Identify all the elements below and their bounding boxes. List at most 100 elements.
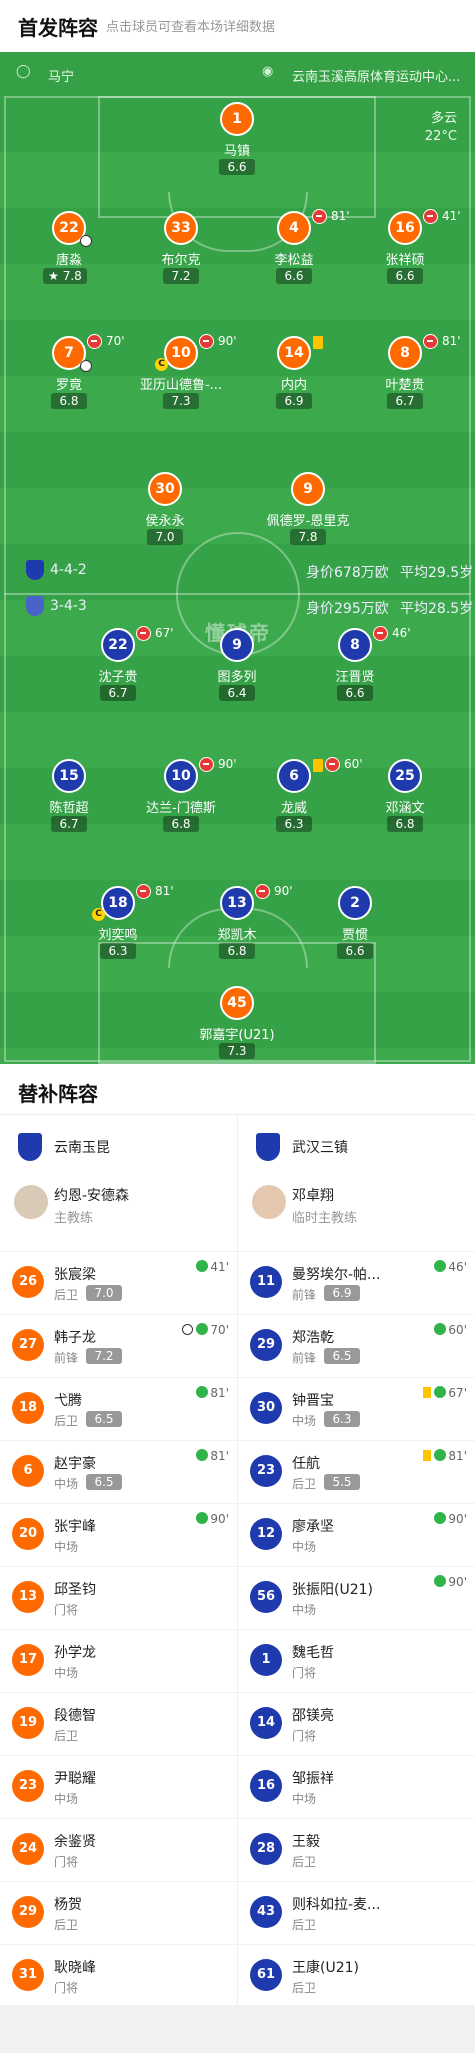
player-number: 43 bbox=[250, 1896, 282, 1928]
away-team-summary: 3-4-3 身价295万欧 平均28.5岁 bbox=[0, 588, 475, 624]
player-number: 1 bbox=[250, 1644, 282, 1676]
home-player-22[interactable]: 22 唐淼 ★ 7.8 bbox=[9, 211, 129, 291]
player-rating: 6.3 bbox=[324, 1411, 360, 1427]
bench-player-row[interactable]: 6 赵宇豪 中场 6.5 81' bbox=[0, 1440, 237, 1503]
away-player-15[interactable]: 15 陈哲超 6.7 bbox=[9, 759, 129, 839]
player-name: 钟晋宝 bbox=[292, 1393, 334, 1409]
sub-off-icon bbox=[136, 626, 151, 641]
temperature-text: 22°C bbox=[424, 129, 457, 144]
player-name: 廖承坚 bbox=[292, 1519, 334, 1535]
bench-player-row[interactable]: 56 张振阳(U21) 中场 90' bbox=[238, 1566, 475, 1629]
bench-player-row[interactable]: 12 廖承坚 中场 90' bbox=[238, 1503, 475, 1566]
player-number: 19 bbox=[12, 1707, 44, 1739]
away-player-22[interactable]: 22 67' 沈子贵 6.7 bbox=[58, 626, 178, 708]
away-player-10[interactable]: 10 90' 达兰-门德斯 6.8 bbox=[121, 757, 241, 839]
bench-player-row[interactable]: 13 邱圣钧 门将 bbox=[0, 1566, 237, 1629]
player-number: 20 bbox=[12, 1518, 44, 1550]
home-player-1[interactable]: 1 马镇 6.6 bbox=[177, 102, 297, 182]
player-number: 11 bbox=[250, 1266, 282, 1298]
home-player-7[interactable]: 7 70' 罗竟 6.8 bbox=[9, 334, 129, 416]
bench-player-row[interactable]: 26 张宸梁 后卫 7.0 41' bbox=[0, 1251, 237, 1314]
bench-player-row[interactable]: 43 则科如拉-麦... 后卫 bbox=[238, 1881, 475, 1944]
away-player-6[interactable]: 6 60' 龙威 6.3 bbox=[234, 757, 363, 839]
player-position: 门将 bbox=[292, 1729, 317, 1743]
bench-player-row[interactable]: 29 郑浩乾 前锋 6.5 60' bbox=[238, 1314, 475, 1377]
player-position: 中场 bbox=[54, 1792, 79, 1806]
player-name: 王毅 bbox=[292, 1834, 320, 1850]
sub-in-time: 46' bbox=[434, 1260, 467, 1274]
player-name: 赵宇豪 bbox=[54, 1456, 96, 1472]
whistle-icon: ◯ bbox=[16, 64, 31, 79]
player-position: 后卫 bbox=[54, 1729, 79, 1743]
weather-info: 多云 22°C bbox=[425, 110, 457, 146]
away-player-8[interactable]: 8 46' 汪晋贤 6.6 bbox=[295, 626, 415, 708]
home-team-name: 云南玉昆 bbox=[54, 1140, 110, 1156]
player-number: 18 bbox=[12, 1392, 44, 1424]
bench-player-row[interactable]: 30 钟晋宝 中场 6.3 67' bbox=[238, 1377, 475, 1440]
sub-on-icon bbox=[434, 1575, 447, 1587]
sub-off-icon bbox=[325, 757, 340, 772]
away-player-25[interactable]: 25 邓涵文 6.8 bbox=[345, 759, 465, 839]
bench-player-row[interactable]: 19 段德智 后卫 bbox=[0, 1692, 237, 1755]
pitch: 懂球帝 ◯ 马宁 ◉ 云南玉溪高原体育运动中心... 多云 22°C 1马镇6.… bbox=[0, 52, 475, 1064]
bench-player-row[interactable]: 1 魏毛哲 门将 bbox=[238, 1629, 475, 1692]
sub-off-icon bbox=[423, 334, 438, 349]
away-player-18[interactable]: 18 81' C 刘奕鸣 6.3 bbox=[58, 884, 178, 966]
home-player-4[interactable]: 4 81' 李松益 6.6 bbox=[234, 209, 354, 291]
lineup-page: 首发阵容 点击球员可查看本场详细数据 懂球帝 ◯ 马宁 ◉ 云南玉溪高原体育运动… bbox=[0, 0, 475, 2053]
player-number: 6 bbox=[12, 1455, 44, 1487]
sub-on-icon bbox=[196, 1386, 209, 1398]
home-coach[interactable]: 约恩-安德森 主教练 bbox=[0, 1175, 237, 1251]
away-player-9[interactable]: 9 图多列 6.4 bbox=[177, 628, 297, 708]
player-rating: 7.2 bbox=[86, 1348, 122, 1364]
home-team-header[interactable]: 云南玉昆 bbox=[0, 1115, 237, 1175]
player-position: 中场 bbox=[292, 1414, 317, 1428]
sub-in-time: 81' bbox=[196, 1449, 229, 1463]
player-name: 张宇峰 bbox=[54, 1519, 96, 1535]
home-player-9[interactable]: 9 佩德罗-恩里克 7.8 bbox=[248, 472, 368, 552]
sub-off-icon bbox=[373, 626, 388, 641]
away-player-45[interactable]: 45 郭嘉宇(U21) 7.3 bbox=[177, 986, 297, 1064]
away-player-2[interactable]: 2 贾惯 6.6 bbox=[295, 886, 415, 966]
page-footer bbox=[0, 2005, 475, 2053]
home-player-16[interactable]: 16 41' 张祥硕 6.6 bbox=[345, 209, 465, 291]
home-player-14[interactable]: 14 内内 6.9 bbox=[234, 336, 354, 416]
bench-player-row[interactable]: 14 邵镁亮 门将 bbox=[238, 1692, 475, 1755]
away-badge-icon bbox=[26, 596, 44, 616]
home-team-summary: 4-4-2 身价678万欧 平均29.5岁 bbox=[0, 552, 475, 588]
bench-player-row[interactable]: 20 张宇峰 中场 90' bbox=[0, 1503, 237, 1566]
away-coach[interactable]: 邓卓翔 临时主教练 bbox=[238, 1175, 475, 1251]
yellow-card-icon bbox=[423, 1387, 432, 1398]
player-position: 门将 bbox=[54, 1981, 79, 1995]
player-name: 杨贺 bbox=[54, 1897, 82, 1913]
away-team-header[interactable]: 武汉三镇 bbox=[238, 1115, 475, 1175]
bench-player-row[interactable]: 29 杨贺 后卫 bbox=[0, 1881, 237, 1944]
away-player-13[interactable]: 13 90' 郑凯木 6.8 bbox=[177, 884, 297, 966]
bench-player-row[interactable]: 17 孙学龙 中场 bbox=[0, 1629, 237, 1692]
player-rating: 6.5 bbox=[86, 1474, 122, 1490]
player-position: 后卫 bbox=[292, 1855, 317, 1869]
player-position: 前锋 bbox=[292, 1351, 317, 1365]
home-player-10[interactable]: 10 90' C 亚历山德鲁-... 7.3 bbox=[121, 334, 241, 416]
bench-player-row[interactable]: 27 韩子龙 前锋 7.2 70' bbox=[0, 1314, 237, 1377]
bench-player-row[interactable]: 24 余鉴贤 门将 bbox=[0, 1818, 237, 1881]
bench-player-row[interactable]: 28 王毅 后卫 bbox=[238, 1818, 475, 1881]
player-number: 29 bbox=[12, 1896, 44, 1928]
sub-on-icon bbox=[434, 1512, 447, 1524]
bench-player-row[interactable]: 11 曼努埃尔-帕... 前锋 6.9 46' bbox=[238, 1251, 475, 1314]
bench-player-row[interactable]: 23 任航 后卫 5.5 81' bbox=[238, 1440, 475, 1503]
sub-on-icon bbox=[434, 1260, 447, 1272]
away-avg-age: 平均28.5岁 bbox=[400, 601, 474, 617]
bench-player-row[interactable]: 23 尹聪耀 中场 bbox=[0, 1755, 237, 1818]
bench-player-row[interactable]: 16 邹振祥 中场 bbox=[238, 1755, 475, 1818]
home-player-8[interactable]: 8 81' 叶楚贵 6.7 bbox=[345, 334, 465, 416]
home-player-33[interactable]: 33 布尔克 7.2 bbox=[121, 211, 241, 291]
player-rating: 6.5 bbox=[324, 1348, 360, 1364]
ball-icon bbox=[80, 235, 92, 247]
bench-player-row[interactable]: 31 耿晓峰 门将 bbox=[0, 1944, 237, 2007]
bench-player-row[interactable]: 18 弋腾 后卫 6.5 81' bbox=[0, 1377, 237, 1440]
player-number: 12 bbox=[250, 1518, 282, 1550]
player-position: 中场 bbox=[292, 1603, 317, 1617]
bench-player-row[interactable]: 61 王康(U21) 后卫 bbox=[238, 1944, 475, 2007]
home-player-30[interactable]: 30 侯永永 7.0 bbox=[105, 472, 225, 552]
